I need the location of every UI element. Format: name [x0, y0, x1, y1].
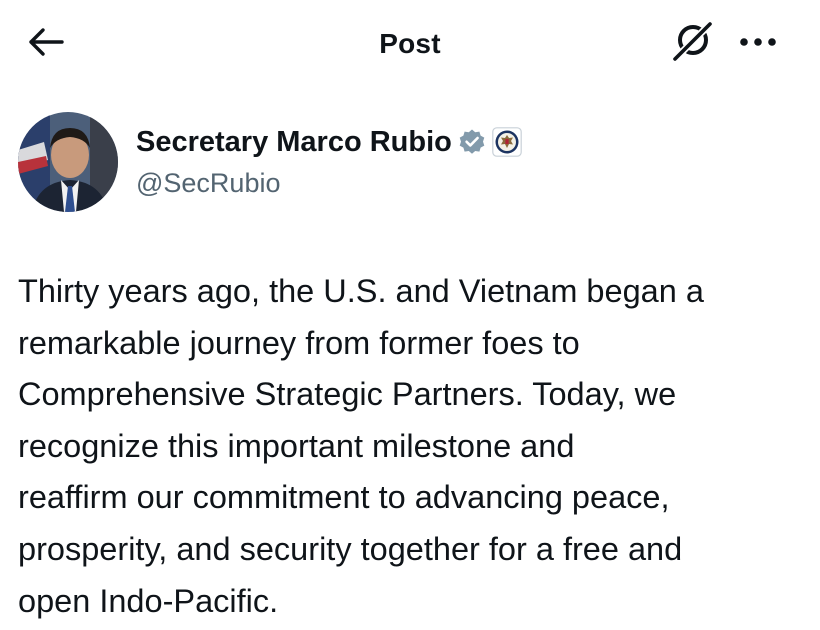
department-of-state-seal-icon[interactable] [492, 127, 522, 157]
top-bar: Post [0, 0, 820, 88]
avatar[interactable] [18, 112, 118, 212]
more-horizontal-icon [738, 35, 778, 53]
author-display-name[interactable]: Secretary Marco Rubio [136, 122, 452, 162]
post-text: Thirty years ago, the U.S. and Vietnam b… [18, 273, 704, 619]
grok-button[interactable] [668, 20, 716, 66]
verified-badge-icon[interactable] [458, 128, 486, 156]
grok-icon [670, 19, 714, 68]
author-name-row: Secretary Marco Rubio [136, 122, 522, 162]
author-handle[interactable]: @SecRubio [136, 164, 280, 202]
more-options-button[interactable] [732, 26, 784, 62]
post-author: Secretary Marco Rubio @SecRubio [18, 112, 798, 212]
